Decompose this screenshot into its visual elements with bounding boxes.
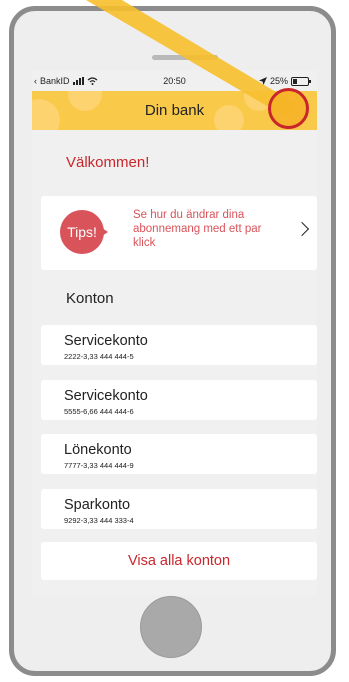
home-button[interactable] [140,596,202,658]
accounts-section-title: Konton [66,290,114,307]
battery-icon [291,76,311,86]
tips-text: Se hur du ändrar dina abonnemang med ett… [133,209,262,249]
tips-badge: Tips! [60,210,104,254]
account-name: Servicekonto [64,388,148,404]
status-bar: ‹ BankID 20:50 25% [32,70,317,90]
account-number: 5555-6,66 444 444-6 [64,407,134,416]
chevron-right-icon [294,221,310,237]
account-number: 2222-3,33 444 444-5 [64,352,134,361]
show-all-accounts-button[interactable]: Visa alla konton [41,542,317,580]
speaker-grille [152,55,218,60]
account-row[interactable]: Servicekonto 2222-3,33 444 444-5 [41,325,317,365]
account-number: 9292-3,33 444 333-4 [64,516,134,525]
account-row[interactable]: Servicekonto 5555-6,66 444 444-6 [41,380,317,420]
account-name: Servicekonto [64,333,148,349]
account-number: 7777-3,33 444 444-9 [64,461,134,470]
highlight-ring [268,88,309,129]
status-right: 25% [258,76,311,86]
phone-screen: ‹ BankID 20:50 25% Din bank Välkommen! T… [32,70,317,595]
account-row[interactable]: Sparkonto 9292-3,33 444 333-4 [41,489,317,529]
account-name: Sparkonto [64,497,131,513]
location-icon [258,77,267,85]
account-row[interactable]: Lönekonto 7777-3,33 444 444-9 [41,434,317,474]
account-name: Lönekonto [64,442,132,458]
welcome-heading: Välkommen! [66,154,150,171]
battery-percent: 25% [269,76,288,86]
tips-card[interactable]: Tips! Se hur du ändrar dina abonnemang m… [41,196,317,270]
